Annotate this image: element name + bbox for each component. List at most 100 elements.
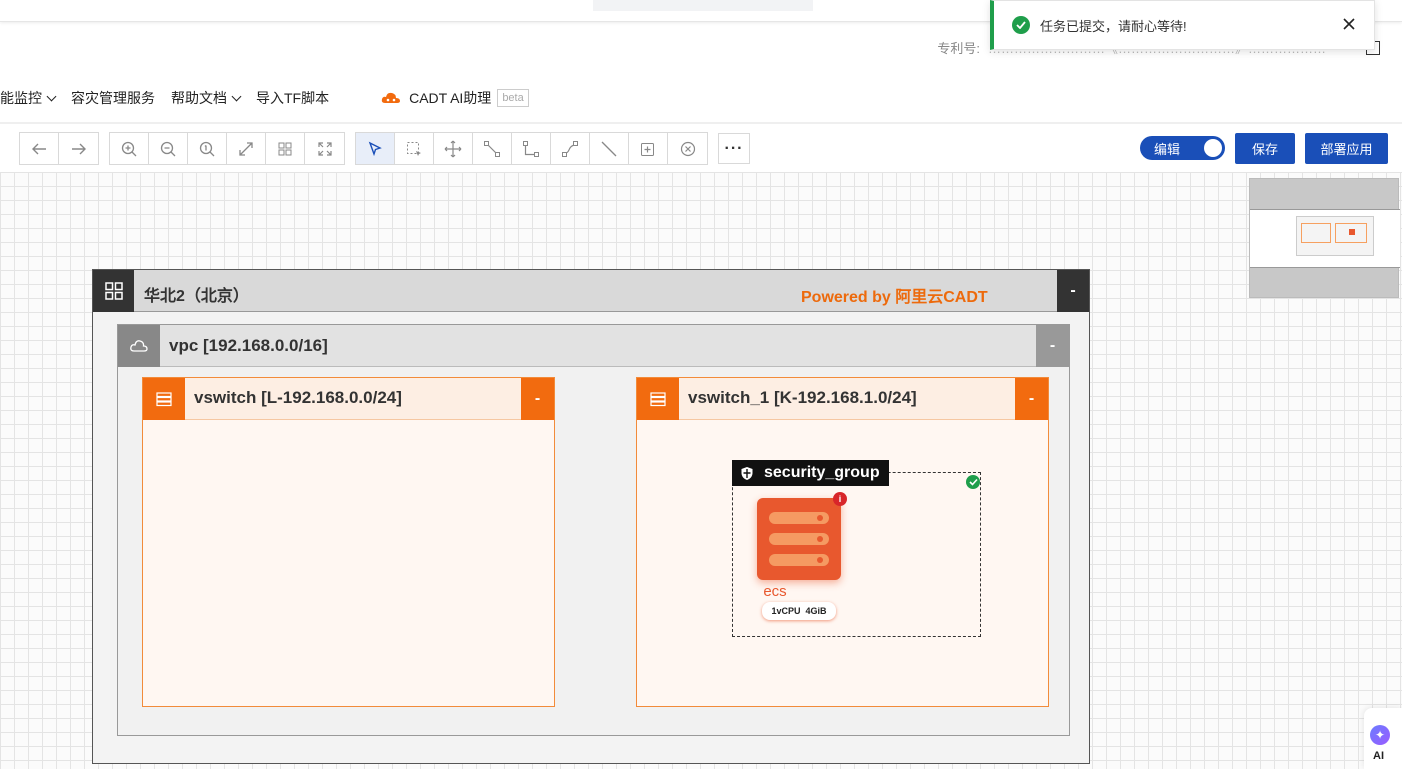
menu-item-monitor[interactable]: 能监控 [0, 84, 63, 112]
menu-item-import-tf[interactable]: 导入TF脚本 [248, 84, 337, 112]
patent-label: 专利号: [937, 41, 980, 56]
vpc-header: vpc [192.168.0.0/16] - [118, 325, 1069, 367]
server-rack-icon [769, 512, 829, 524]
menu-bar: 能监控 容灾管理服务 帮助文档 导入TF脚本 CADT AI助理 beta [0, 84, 537, 112]
select-tool-button[interactable] [356, 133, 395, 164]
ai-float-label: AI [1373, 750, 1384, 762]
fullscreen-button[interactable] [305, 133, 344, 164]
tools-group [355, 132, 708, 165]
ecs-node[interactable]: i [757, 492, 847, 580]
redo-icon [71, 143, 86, 154]
ecs-cpu: 1vCPU [771, 606, 801, 616]
marquee-icon [407, 141, 421, 156]
vswitch-icon [143, 378, 185, 420]
region-collapse-button[interactable]: - [1057, 270, 1089, 312]
security-group-label[interactable]: security_group [732, 460, 889, 486]
toast-message: 任务已提交，请耐心等待! [1040, 18, 1187, 34]
delete-button[interactable] [668, 133, 707, 164]
security-group-name: security_group [764, 464, 880, 481]
info-badge[interactable]: i [833, 492, 847, 506]
menu-item-ai-assistant[interactable]: CADT AI助理 beta [373, 84, 537, 112]
menu-item-label: 帮助文档 [171, 90, 227, 106]
minimap[interactable] [1249, 178, 1400, 298]
vswitch-title: vswitch_1 [K-192.168.1.0/24] [688, 388, 917, 407]
deploy-button[interactable]: 部署应用 [1305, 133, 1388, 164]
more-button[interactable]: ··· [718, 133, 750, 164]
zoom-reset-button[interactable] [188, 133, 227, 164]
edit-toggle-label: 编辑 [1154, 141, 1181, 157]
divider [0, 122, 1402, 124]
ecs-spec-tag: 1vCPU 4GiB [762, 602, 836, 620]
ecs-mem: 4GiB [805, 606, 827, 616]
fit-icon [239, 141, 253, 156]
grid-icon [278, 142, 292, 155]
fit-button[interactable] [227, 133, 266, 164]
fullscreen-icon [317, 141, 332, 156]
security-group-container[interactable]: security_group i ecs 1vCPU 4GiB [732, 460, 981, 637]
marquee-tool-button[interactable] [395, 133, 434, 164]
delete-icon [680, 141, 695, 156]
vswitch-collapse-button[interactable]: - [1015, 378, 1048, 420]
elbow-icon [523, 140, 539, 157]
curve-tool-button[interactable] [551, 133, 590, 164]
sparkle-icon: ✦ [1370, 725, 1390, 745]
undo-button[interactable] [20, 133, 59, 164]
menu-item-label: 导入TF脚本 [256, 90, 330, 106]
grid-button[interactable] [266, 133, 305, 164]
vswitch-icon [637, 378, 679, 420]
vswitch-1-container[interactable]: vswitch_1 [K-192.168.1.0/24] - security_… [636, 377, 1049, 707]
region-grid-icon [93, 270, 134, 312]
select-icon [368, 141, 382, 156]
vswitch-collapse-button[interactable]: - [521, 378, 554, 420]
beta-badge: beta [497, 89, 529, 107]
zoom-out-icon [160, 141, 176, 156]
pan-icon [444, 140, 462, 157]
undo-icon [32, 143, 46, 154]
shield-icon [741, 466, 753, 480]
connector-tool-button[interactable] [473, 133, 512, 164]
vpc-collapse-button[interactable]: - [1036, 325, 1069, 367]
zoom-in-icon [121, 141, 137, 156]
success-check-icon [1012, 16, 1030, 34]
vswitch-header: vswitch_1 [K-192.168.1.0/24] - [637, 378, 1048, 420]
zoom-in-button[interactable] [110, 133, 149, 164]
minimap-viewport[interactable] [1250, 209, 1400, 268]
region-header: 华北2（北京） Powered by 阿里云CADT - [93, 270, 1089, 312]
line-icon [601, 141, 617, 156]
chevron-down-icon [46, 91, 57, 101]
pan-tool-button[interactable] [434, 133, 473, 164]
vpc-container[interactable]: vpc [192.168.0.0/16] - vswitch [L-192.16… [117, 324, 1070, 736]
redo-button[interactable] [59, 133, 98, 164]
minimap-thumbnail [1296, 216, 1374, 256]
region-container[interactable]: 华北2（北京） Powered by 阿里云CADT - vpc [192.16… [92, 269, 1090, 764]
vswitch-header: vswitch [L-192.168.0.0/24] - [143, 378, 554, 420]
menu-item-label: 容灾管理服务 [71, 90, 155, 106]
powered-by-label: Powered by 阿里云CADT [801, 289, 988, 306]
ai-assistant-label: CADT AI助理 [409, 90, 492, 106]
vswitch-container[interactable]: vswitch [L-192.168.0.0/24] - [142, 377, 555, 707]
ecs-name: ecs [763, 583, 787, 600]
menu-item-disaster-recovery[interactable]: 容灾管理服务 [63, 84, 163, 112]
menu-item-label: 能监控 [0, 90, 42, 106]
ai-cloud-icon [381, 91, 401, 105]
vpc-title: vpc [192.168.0.0/16] [169, 336, 328, 355]
chevron-down-icon [231, 91, 242, 101]
ai-assistant-float[interactable]: ✦ AI [1364, 708, 1402, 769]
zoom-out-button[interactable] [149, 133, 188, 164]
diagram-toolbar: ··· [19, 132, 750, 165]
add-node-button[interactable] [629, 133, 668, 164]
line-tool-button[interactable] [590, 133, 629, 164]
zoom-reset-icon [199, 141, 215, 156]
close-icon[interactable] [1342, 17, 1356, 31]
success-toast: 任务已提交，请耐心等待! [990, 0, 1375, 50]
toggle-knob [1204, 139, 1222, 157]
add-node-icon [641, 142, 654, 156]
check-icon [966, 475, 980, 489]
save-button[interactable]: 保存 [1235, 133, 1295, 164]
search-box[interactable] [593, 0, 813, 11]
region-title: 华北2（北京） [144, 288, 249, 305]
elbow-tool-button[interactable] [512, 133, 551, 164]
edit-toggle[interactable]: 编辑 [1140, 136, 1225, 160]
menu-item-help-docs[interactable]: 帮助文档 [163, 84, 248, 112]
curve-icon [562, 140, 578, 157]
